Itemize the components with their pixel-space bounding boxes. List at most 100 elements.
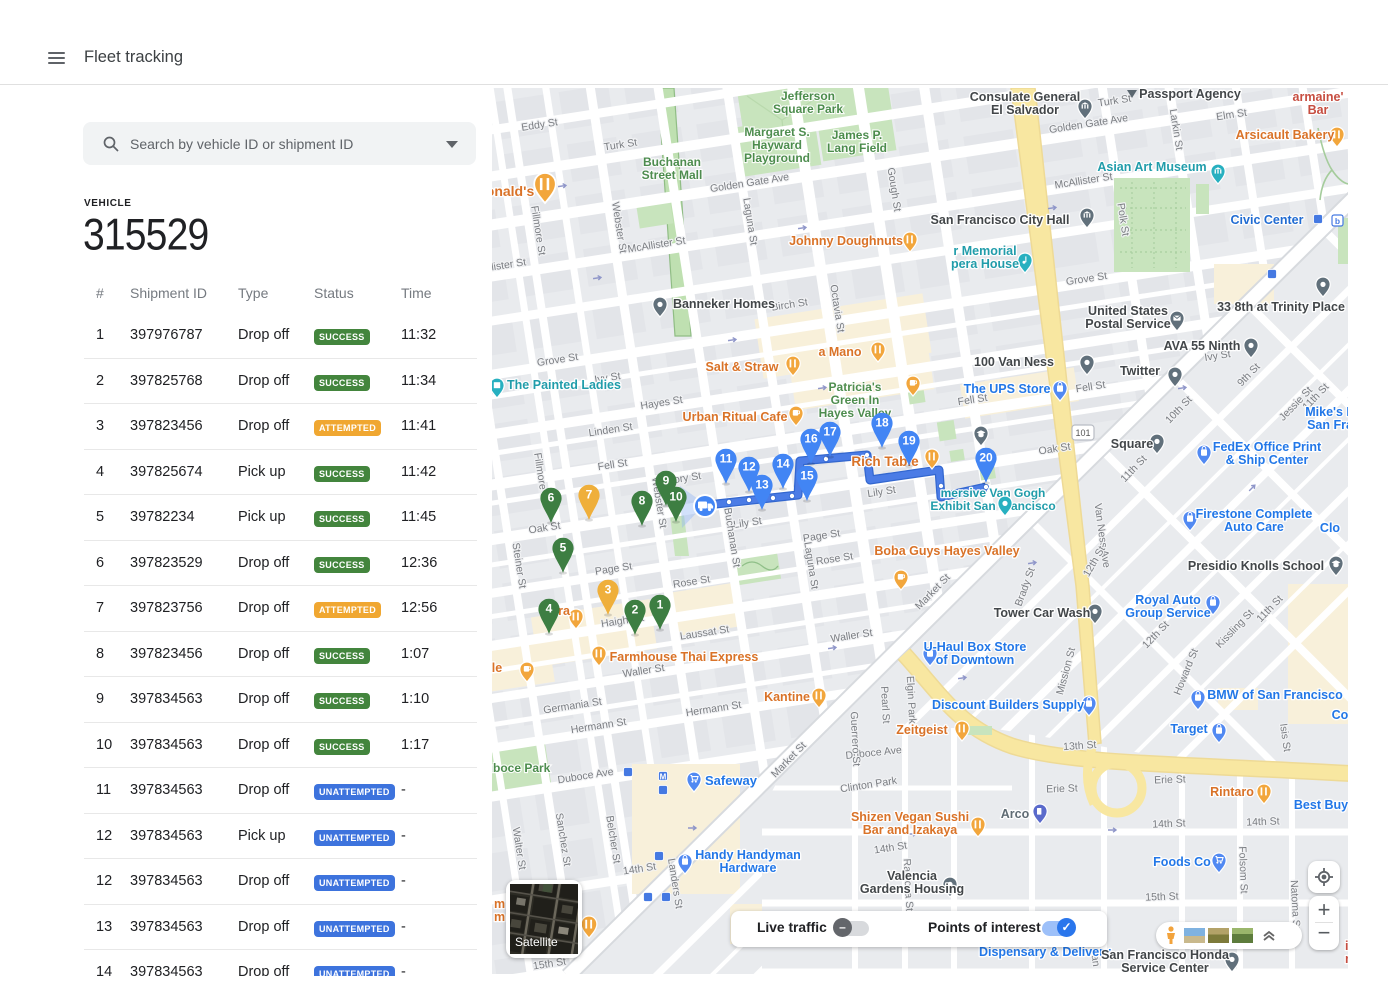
svg-text:Margaret S.: Margaret S. [744,125,809,139]
svg-text:eille: eille [492,661,502,675]
svg-text:Hardware: Hardware [720,861,777,875]
svg-text:Clo: Clo [1320,521,1341,535]
svg-text:Pearl St: Pearl St [878,686,892,724]
svg-text:m: m [494,910,505,924]
svg-text:Tower Car Wash: Tower Car Wash [994,606,1091,620]
svg-text:Farmhouse Thai Express: Farmhouse Thai Express [610,650,759,664]
svg-text:19: 19 [902,433,916,447]
svg-text:Asian Art Museum: Asian Art Museum [1097,160,1206,174]
svg-text:United States: United States [1088,304,1168,318]
svg-text:Safeway: Safeway [705,773,758,788]
svg-text:Arco: Arco [1001,807,1030,821]
svg-text:na: na [1345,952,1348,966]
svg-text:7: 7 [586,487,593,501]
svg-text:Kantine: Kantine [764,690,810,704]
svg-text:8: 8 [639,493,646,507]
svg-text:AVA 55 Ninth: AVA 55 Ninth [1164,339,1241,353]
svg-text:3: 3 [605,582,612,596]
svg-text:Twitter: Twitter [1120,364,1160,378]
svg-text:a Mano: a Mano [818,345,861,359]
svg-text:1: 1 [657,597,664,611]
svg-text:r Memorial: r Memorial [953,244,1016,258]
svg-text:Gardens Housing: Gardens Housing [860,882,964,896]
svg-text:Passport Agency: Passport Agency [1139,88,1241,101]
svg-text:Target: Target [1170,722,1208,736]
svg-text:14th St: 14th St [1152,817,1186,830]
svg-text:Urban Ritual Cafe: Urban Ritual Cafe [683,410,788,424]
svg-text:mersive Van Gogh: mersive Van Gogh [941,486,1046,500]
svg-text:Green In: Green In [831,393,880,407]
svg-text:5: 5 [560,540,567,554]
svg-text:Buchanan: Buchanan [643,155,701,169]
svg-text:11: 11 [720,451,733,465]
svg-text:Erie St: Erie St [1154,773,1186,786]
svg-text:18: 18 [875,415,889,429]
svg-text:15: 15 [800,468,814,482]
svg-text:9: 9 [663,473,670,487]
svg-text:17: 17 [823,424,837,438]
svg-text:U-Haul Box Store: U-Haul Box Store [924,640,1027,654]
svg-text:& Ship Center: & Ship Center [1226,453,1309,467]
svg-text:13th St: 13th St [1063,739,1097,753]
svg-text:Hayward: Hayward [752,138,802,152]
svg-text:Service Center: Service Center [1121,961,1209,974]
svg-text:Salt & Straw: Salt & Straw [706,360,779,374]
svg-text:Best Buy: Best Buy [1294,798,1348,812]
svg-text:Exhibit San Francisco: Exhibit San Francisco [930,499,1055,513]
svg-text:b: b [1335,216,1340,226]
svg-text:Royal Auto: Royal Auto [1135,593,1201,607]
svg-text:FedEx Office Print: FedEx Office Print [1213,440,1322,454]
svg-text:Discount Builders Supply: Discount Builders Supply [932,698,1084,712]
svg-text:pera House: pera House [951,257,1019,271]
svg-text:The UPS Store: The UPS Store [964,382,1051,396]
svg-text:15th St: 15th St [1145,890,1179,903]
svg-text:6: 6 [548,490,555,504]
svg-text:Banneker Homes: Banneker Homes [673,297,775,311]
svg-text:Group Service: Group Service [1125,606,1210,620]
svg-text:100 Van Ness: 100 Van Ness [974,355,1054,369]
svg-text:10: 10 [669,489,683,503]
svg-text:BMW of San Francisco: BMW of San Francisco [1207,688,1343,702]
svg-text:Presidio Knolls School: Presidio Knolls School [1188,559,1324,573]
svg-text:San Fra: San Fra [1307,418,1348,432]
svg-text:Patricia's: Patricia's [829,380,882,394]
svg-text:Bar: Bar [1308,103,1329,117]
svg-text:ra: ra [558,604,571,618]
svg-text:M: M [660,772,667,781]
svg-text:Square: Square [1111,437,1153,451]
svg-text:Boba Guys Hayes Valley: Boba Guys Hayes Valley [874,544,1019,558]
svg-text:Street Mall: Street Mall [642,168,703,182]
svg-text:Foods Co: Foods Co [1153,855,1211,869]
svg-text:ic: ic [1345,939,1348,953]
svg-text:Arsicault Bakery: Arsicault Bakery [1236,128,1335,142]
svg-text:2: 2 [632,602,639,616]
svg-text:James P.: James P. [832,128,883,142]
svg-text:Mike's E: Mike's E [1305,405,1348,419]
svg-text:Shizen Vegan Sushi: Shizen Vegan Sushi [851,810,969,824]
svg-text:Dispensary & Delivery: Dispensary & Delivery [979,945,1111,959]
svg-text:14: 14 [776,456,790,470]
svg-text:16: 16 [804,431,818,445]
svg-text:uboce Park: uboce Park [492,761,551,775]
svg-text:Firestone Complete: Firestone Complete [1196,507,1313,521]
svg-text:101: 101 [1075,428,1090,438]
svg-text:Elgin Park: Elgin Park [904,676,919,725]
svg-text:Folsom St: Folsom St [1236,846,1250,894]
svg-text:12: 12 [742,459,756,473]
svg-text:Rintaro: Rintaro [1210,785,1254,799]
svg-text:Square Park: Square Park [773,102,843,116]
svg-text:of Downtown: of Downtown [936,653,1014,667]
svg-text:The Painted Ladies: The Painted Ladies [507,378,621,392]
svg-text:Co: Co [1332,708,1348,722]
svg-text:Handy Handyman: Handy Handyman [695,848,801,862]
svg-text:Playground: Playground [744,151,810,165]
svg-text:armaine': armaine' [1293,90,1344,104]
svg-text:14th St: 14th St [1246,815,1280,828]
svg-text:Lang Field: Lang Field [827,141,887,155]
svg-text:Bar and Izakaya: Bar and Izakaya [863,823,959,837]
svg-text:13: 13 [755,477,769,491]
svg-text:Consulate General: Consulate General [970,90,1080,104]
svg-text:Jefferson: Jefferson [781,89,835,103]
svg-text:33 8th at Trinity Place: 33 8th at Trinity Place [1217,300,1345,314]
svg-text:Valencia: Valencia [887,869,938,883]
